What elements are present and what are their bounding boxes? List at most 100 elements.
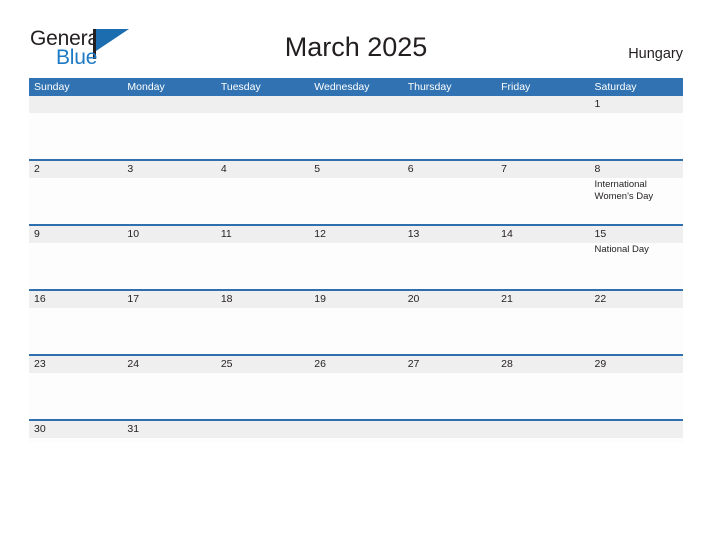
day-number: 21: [501, 293, 513, 305]
day-number: 2: [34, 163, 40, 175]
day-number-band: 20: [402, 291, 497, 308]
day-number-band: 16: [29, 291, 123, 308]
day-number: 15: [594, 228, 607, 240]
day-cell-empty[interactable]: [29, 96, 123, 159]
day-cell[interactable]: 6: [402, 161, 497, 224]
day-cell[interactable]: 2: [29, 161, 123, 224]
day-cell[interactable]: 22: [589, 291, 683, 354]
day-number-band: 7: [496, 161, 590, 178]
page-header: General Blue March 2025 Hungary: [0, 0, 712, 78]
day-cell[interactable]: 29: [589, 356, 683, 419]
week-row: 16 17 18 19 20 21 22: [29, 291, 683, 356]
day-number-band: 3: [122, 161, 216, 178]
week-row: 30 31: [29, 421, 683, 443]
day-cell[interactable]: 1: [589, 96, 683, 159]
day-number-band: 27: [402, 356, 497, 373]
day-number-band: 5: [309, 161, 403, 178]
day-cell[interactable]: 3: [122, 161, 216, 224]
day-number-band: 8: [589, 161, 683, 178]
day-number-band: 19: [309, 291, 403, 308]
day-cell-empty[interactable]: [402, 421, 497, 443]
day-number-band: [215, 96, 310, 113]
day-cell[interactable]: 12: [309, 226, 403, 289]
day-number: 12: [314, 228, 326, 240]
day-number-band: 26: [309, 356, 403, 373]
day-number-band: 4: [215, 161, 310, 178]
day-cell[interactable]: 10: [122, 226, 216, 289]
day-number-band: [402, 421, 497, 438]
day-number-band: 29: [589, 356, 683, 373]
page-title: March 2025: [284, 32, 428, 62]
day-cell-empty[interactable]: [402, 96, 497, 159]
day-cell[interactable]: 11: [215, 226, 310, 289]
day-number: 4: [220, 163, 227, 175]
weekday-header-wednesday: Wednesday: [314, 81, 370, 93]
day-number: 9: [34, 228, 40, 240]
day-cell[interactable]: 8 International Women's Day: [589, 161, 683, 224]
day-cell-empty[interactable]: [122, 96, 216, 159]
day-cell[interactable]: 18: [215, 291, 310, 354]
day-number-band: [309, 421, 403, 438]
day-cell-empty[interactable]: [309, 96, 403, 159]
day-cell[interactable]: 25: [215, 356, 310, 419]
calendar-grid: Sunday Monday Tuesday Wednesday Thursday Frid…: [29, 78, 683, 443]
day-cell-empty[interactable]: [496, 96, 590, 159]
day-number: 26: [314, 358, 326, 370]
day-number-band: 14: [496, 226, 590, 243]
day-cell[interactable]: 4: [215, 161, 310, 224]
day-number: 18: [220, 293, 233, 305]
weekday-header-saturday: Saturday: [594, 81, 637, 93]
day-cell-empty[interactable]: [589, 421, 683, 443]
day-number: 28: [501, 358, 513, 370]
holiday-event: International Women's Day: [594, 179, 654, 202]
day-cell-empty[interactable]: [309, 421, 403, 443]
day-events: National Day: [590, 243, 683, 256]
week-row: 2 3 4 5 6 7 8 International Women's Day: [29, 161, 683, 226]
weekday-header-tuesday: Tuesday: [220, 81, 261, 93]
day-number-band: 1: [589, 96, 683, 113]
day-cell[interactable]: 24: [122, 356, 216, 419]
day-number-band: 28: [496, 356, 590, 373]
day-cell[interactable]: 16: [29, 291, 123, 354]
calendar-weeks: 1 2 3 4 5 6 7 8 International Women's Day 9 10 11 12…: [29, 96, 683, 443]
day-number-band: 10: [122, 226, 216, 243]
day-number: 30: [34, 423, 46, 435]
day-cell-empty[interactable]: [215, 421, 310, 443]
holiday-event: National Day: [594, 244, 649, 255]
calendar-page: General Blue March 2025 Hungary Sunday Mo…: [0, 0, 712, 550]
day-number-band: [309, 96, 403, 113]
day-cell[interactable]: 9: [29, 226, 123, 289]
day-cell[interactable]: 19: [309, 291, 403, 354]
day-cell[interactable]: 7: [496, 161, 590, 224]
day-cell[interactable]: 14: [496, 226, 590, 289]
day-cell[interactable]: 15 National Day: [589, 226, 683, 289]
day-number-band: 13: [402, 226, 497, 243]
day-number-band: 31: [122, 421, 216, 438]
day-cell[interactable]: 31: [122, 421, 216, 443]
day-cell-empty[interactable]: [215, 96, 310, 159]
day-number-band: 9: [29, 226, 123, 243]
day-number-band: 25: [215, 356, 310, 373]
day-number: 14: [501, 228, 513, 240]
day-cell[interactable]: 13: [402, 226, 497, 289]
day-number-band: [589, 421, 683, 438]
week-row: 9 10 11 12 13 14 15 National Day: [29, 226, 683, 291]
day-number-band: [122, 96, 216, 113]
day-cell[interactable]: 30: [29, 421, 123, 443]
day-cell[interactable]: 20: [402, 291, 497, 354]
day-number: 25: [220, 358, 233, 370]
day-cell[interactable]: 17: [122, 291, 216, 354]
day-cell[interactable]: 27: [402, 356, 497, 419]
day-cell[interactable]: 21: [496, 291, 590, 354]
day-number-band: 17: [122, 291, 216, 308]
day-number-band: 22: [589, 291, 683, 308]
day-cell[interactable]: 26: [309, 356, 403, 419]
day-cell[interactable]: 5: [309, 161, 403, 224]
day-number-band: 11: [215, 226, 310, 243]
day-cell[interactable]: 28: [496, 356, 590, 419]
day-cell[interactable]: 23: [29, 356, 123, 419]
day-number: 27: [407, 358, 420, 370]
day-number-band: 24: [122, 356, 216, 373]
day-number: 29: [594, 358, 607, 370]
day-cell-empty[interactable]: [496, 421, 590, 443]
